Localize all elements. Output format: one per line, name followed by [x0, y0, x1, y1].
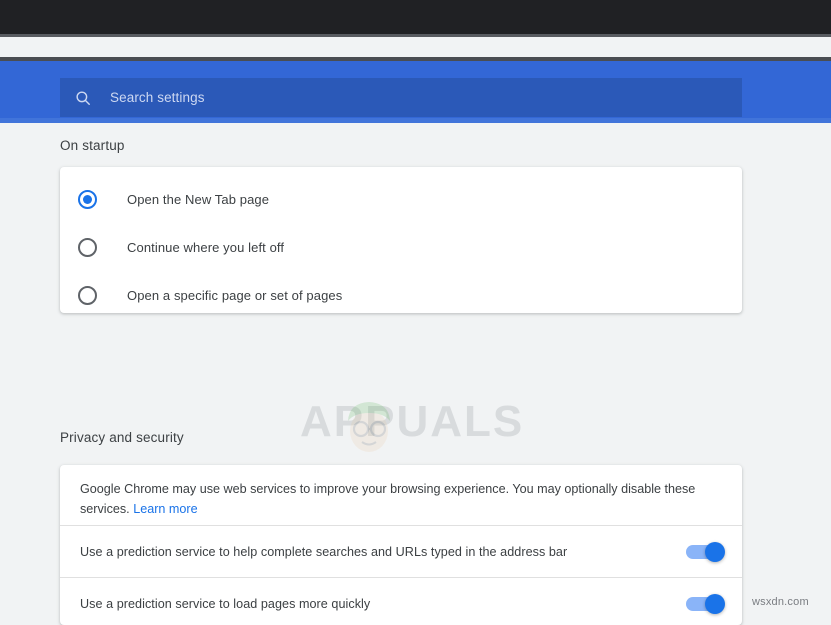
search-input-placeholder: Search settings — [110, 90, 205, 105]
toggle-label: Use a prediction service to load pages m… — [80, 597, 371, 611]
startup-option-label: Continue where you left off — [127, 239, 285, 255]
startup-option-new-tab[interactable]: Open the New Tab page — [60, 175, 742, 223]
startup-option-label: Open the New Tab page — [127, 191, 270, 207]
settings-header: Search settings — [0, 61, 831, 122]
privacy-intro-text: Google Chrome may use web services to im… — [80, 479, 720, 519]
toggle-switch-prediction-pages[interactable] — [686, 594, 725, 614]
toggle-switch-prediction-search[interactable] — [686, 542, 725, 562]
privacy-card: Google Chrome may use web services to im… — [60, 465, 742, 625]
privacy-section-title: Privacy and security — [60, 430, 184, 445]
toggle-label: Use a prediction service to help complet… — [80, 545, 568, 559]
learn-more-link[interactable]: Learn more — [133, 502, 197, 516]
startup-option-continue[interactable]: Continue where you left off — [60, 223, 742, 271]
settings-content-area: On startup Open the New Tab page Continu… — [0, 123, 831, 625]
startup-option-specific-pages[interactable]: Open a specific page or set of pages — [60, 271, 742, 319]
radio-button-specific-pages[interactable] — [78, 285, 97, 305]
appuals-watermark: APPUALS — [300, 395, 530, 457]
browser-title-bar — [0, 0, 831, 34]
appuals-mascot-icon — [348, 402, 390, 452]
browser-toolbar-strip — [0, 37, 831, 57]
site-watermark: wsxdn.com — [752, 596, 809, 608]
search-settings-box[interactable]: Search settings — [60, 78, 742, 117]
search-icon — [76, 90, 90, 105]
privacy-toggle-row-prediction-search[interactable]: Use a prediction service to help complet… — [60, 525, 742, 578]
radio-button-new-tab[interactable] — [78, 189, 97, 209]
appuals-watermark-text: APPUALS — [300, 397, 525, 446]
privacy-toggle-row-prediction-pages[interactable]: Use a prediction service to load pages m… — [60, 577, 742, 625]
radio-button-continue[interactable] — [78, 237, 97, 257]
on-startup-card: Open the New Tab page Continue where you… — [60, 167, 742, 313]
startup-option-label: Open a specific page or set of pages — [127, 287, 343, 303]
on-startup-section-title: On startup — [60, 138, 125, 153]
